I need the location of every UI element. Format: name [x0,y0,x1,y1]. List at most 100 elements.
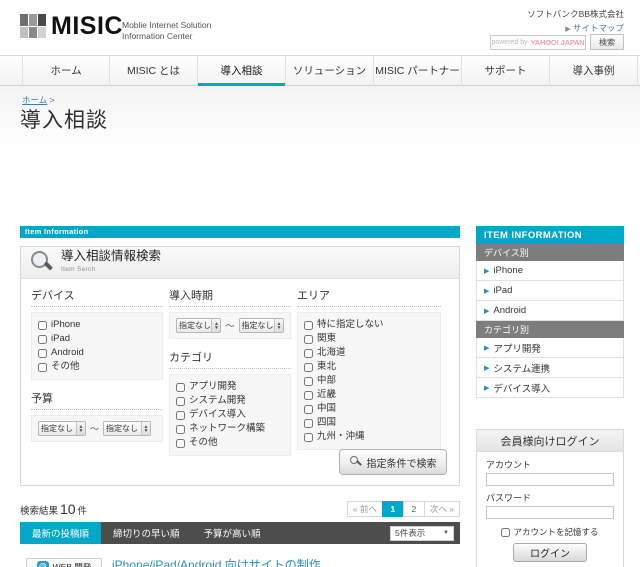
result-item-meta: @ WEB 開発 2010 年 11 月 10 日 [26,558,102,567]
checkbox-iphone-input[interactable] [38,321,47,330]
nav-item-solution[interactable]: ソリューション [286,56,374,86]
checkbox-area-hokkaido-input[interactable] [304,349,313,358]
checkbox-network-label: ネットワーク構築 [189,422,265,436]
sidebar-item-ipad[interactable]: ▶ iPad [476,281,624,301]
stepper-icon[interactable]: ▲▼ [274,319,283,332]
checkbox-android-input[interactable] [38,349,47,358]
checkbox-area-tohoku[interactable]: 東北 [304,360,434,374]
budget-from-select[interactable]: 指定なし ▲▼ [38,421,86,436]
nav-item-partner[interactable]: MISIC パートナー [374,56,462,86]
nav-item-about[interactable]: MISIC とは [110,56,198,86]
timing-from-select[interactable]: 指定なし ▲▼ [176,318,221,333]
sidebar-item-system-link[interactable]: ▶ システム連携 [476,358,624,378]
checkbox-category-other[interactable]: その他 [176,436,284,450]
nav-item-consultation[interactable]: 導入相談 [198,56,286,86]
checkbox-ipad-input[interactable] [38,335,47,344]
budget-to-value: 指定なし [106,423,141,434]
checkbox-area-any[interactable]: 特に指定しない [304,318,434,332]
sidebar-item-label: iPhone [493,265,523,276]
checkbox-app-dev[interactable]: アプリ開発 [176,380,284,394]
search-filters: デバイス iPhone iPad Android [21,279,459,456]
checkbox-area-kanto-input[interactable] [304,335,313,344]
sidebar-item-label: アプリ開発 [493,341,541,355]
checkbox-area-kinki-label: 近畿 [317,388,336,402]
pagination-prev[interactable]: « 前へ [347,501,383,517]
checkbox-device-other[interactable]: その他 [38,360,156,374]
checkbox-area-chugoku-label: 中国 [317,402,336,416]
remember-account-checkbox[interactable]: アカウントを記憶する [486,526,614,538]
results-count-value: 10 [58,501,78,517]
pagination-page-1[interactable]: 1 [382,501,404,517]
checkbox-area-chugoku[interactable]: 中国 [304,402,434,416]
checkbox-iphone[interactable]: iPhone [38,318,156,332]
checkbox-area-kinki[interactable]: 近畿 [304,388,434,402]
nav-item-case-studies[interactable]: 導入事例 [550,56,638,86]
nav-item-home[interactable]: ホーム [22,56,110,86]
logo-tagline-line1: Moblie Internet Solution [122,20,211,31]
site-logo[interactable]: MISIC [20,14,123,38]
result-title-link[interactable]: iPhone/iPad/Android 向けサイトの制作 [112,556,321,567]
checkbox-area-chubu[interactable]: 中部 [304,374,434,388]
pagination-next[interactable]: 次へ » [424,501,460,517]
password-field[interactable] [486,506,614,519]
submit-search-button[interactable]: 指定条件で検索 [339,449,447,475]
checkbox-ipad-label: iPad [51,332,70,346]
stepper-icon[interactable]: ▲▼ [76,422,85,435]
login-button[interactable]: ログイン [513,543,587,562]
result-category-badge[interactable]: @ WEB 開発 [26,558,102,567]
budget-to-select[interactable]: 指定なし ▲▼ [103,421,151,436]
sitemap-link[interactable]: ▶ サイトマップ [565,22,624,34]
search-button[interactable]: 検索 [590,34,624,50]
stepper-icon[interactable]: ▲▼ [211,319,220,332]
pagination-page-2[interactable]: 2 [403,501,425,517]
sidebar: ITEM INFORMATION デバイス別 ▶ iPhone ▶ iPad ▶… [476,226,624,398]
stepper-icon[interactable]: ▲▼ [141,422,150,435]
checkbox-area-chubu-input[interactable] [304,377,313,386]
checkbox-system-dev-input[interactable] [176,397,185,406]
checkbox-app-dev-input[interactable] [176,383,185,392]
checkbox-ipad[interactable]: iPad [38,332,156,346]
nav-item-support[interactable]: サポート [462,56,550,86]
remember-account-input[interactable] [501,528,510,537]
tab-budget[interactable]: 予算が高い順 [192,522,273,544]
checkbox-device-intro[interactable]: デバイス導入 [176,408,284,422]
page-subtitle-bar: Item Information [20,226,460,238]
page-root: MISIC Moblie Internet Solution Informati… [0,0,640,567]
search-input[interactable]: powered by YAHOO! JAPAN [490,35,586,50]
per-page-select[interactable]: 5件表示 ▼ [390,526,454,541]
checkbox-area-any-input[interactable] [304,321,313,330]
tab-newest[interactable]: 最新の投稿順 [20,522,101,544]
budget-tilde: ～ [90,422,99,435]
triangle-right-icon: ▶ [484,364,489,372]
checkbox-area-shikoku[interactable]: 四国 [304,416,434,430]
checkbox-category-other-input[interactable] [176,439,185,448]
filter-column-1: デバイス iPhone iPad Android [31,287,169,456]
checkbox-device-other-input[interactable] [38,363,47,372]
checkbox-area-tohoku-input[interactable] [304,363,313,372]
checkbox-area-kinki-input[interactable] [304,391,313,400]
account-field[interactable] [486,473,614,486]
results-header: 検索結果10件 « 前へ 1 2 次へ » [20,498,460,520]
account-label: アカウント [486,458,614,471]
checkbox-area-shikoku-input[interactable] [304,419,313,428]
tab-deadline[interactable]: 締切りの早い順 [101,522,192,544]
checkbox-area-hokkaido[interactable]: 北海道 [304,346,434,360]
checkbox-area-kyushu[interactable]: 九州・沖縄 [304,430,434,444]
sidebar-item-app-dev[interactable]: ▶ アプリ開発 [476,338,624,358]
sidebar-item-iphone[interactable]: ▶ iPhone [476,261,624,281]
sidebar-item-device-intro[interactable]: ▶ デバイス導入 [476,378,624,398]
password-label: パスワード [486,491,614,504]
checkbox-device-intro-input[interactable] [176,411,185,420]
sidebar-item-android[interactable]: ▶ Android [476,301,624,321]
timing-to-select[interactable]: 指定なし ▲▼ [239,318,284,333]
timing-range: 指定なし ▲▼ ～ 指定なし ▲▼ [176,318,284,333]
device-heading: デバイス [31,287,163,307]
checkbox-network[interactable]: ネットワーク構築 [176,422,284,436]
checkbox-system-dev[interactable]: システム開発 [176,394,284,408]
checkbox-network-input[interactable] [176,425,185,434]
checkbox-area-chugoku-input[interactable] [304,405,313,414]
checkbox-area-kyushu-input[interactable] [304,433,313,442]
sidebar-item-label: iPad [493,285,512,296]
checkbox-android[interactable]: Android [38,346,156,360]
checkbox-area-kanto[interactable]: 関東 [304,332,434,346]
